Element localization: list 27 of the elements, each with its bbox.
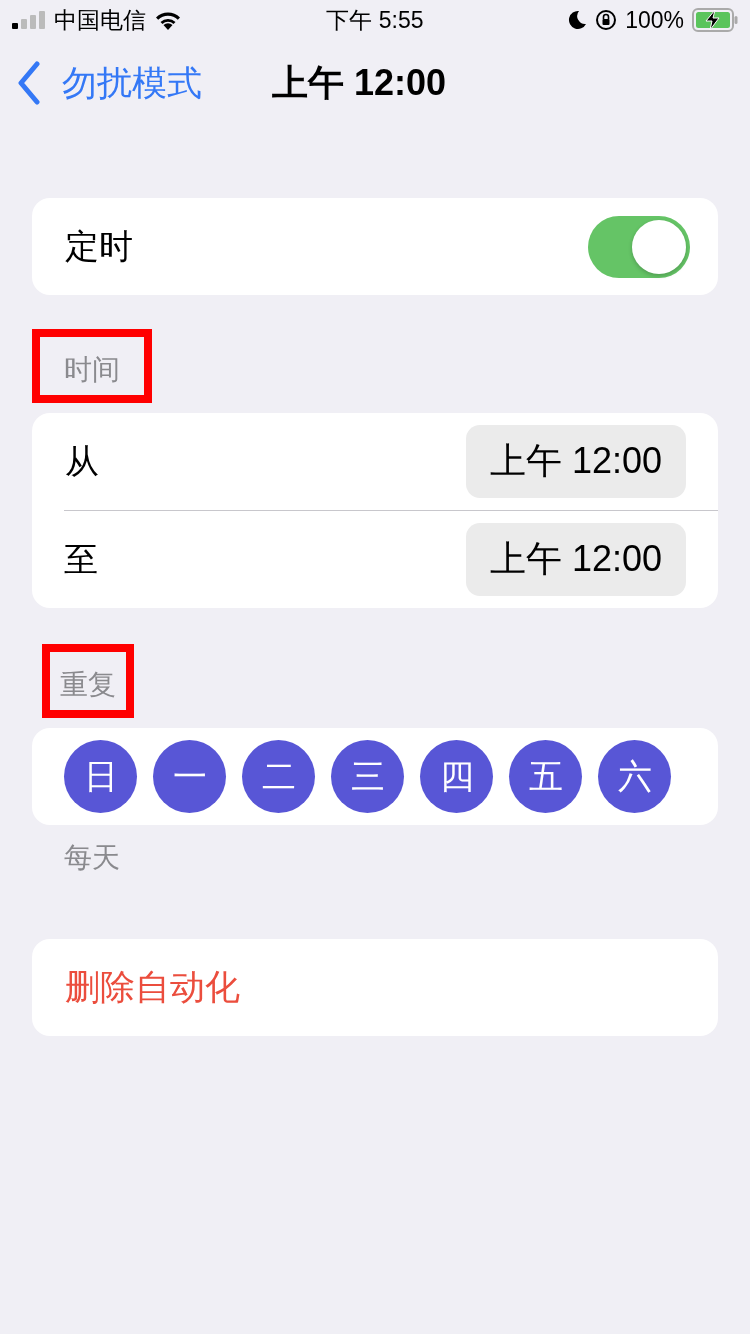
signal-icon xyxy=(12,11,46,29)
weekday-button[interactable]: 日 xyxy=(64,740,137,813)
time-picker[interactable]: 上午 12:00 xyxy=(465,425,686,498)
time-label: 从 xyxy=(65,440,99,482)
battery-icon xyxy=(692,8,738,32)
time-label: 至 xyxy=(64,538,98,580)
delete-automation-button[interactable]: 删除自动化 xyxy=(65,964,240,1011)
moon-icon xyxy=(567,10,588,30)
weekday-button[interactable]: 二 xyxy=(242,740,315,813)
back-button[interactable]: 勿扰模式 xyxy=(16,59,202,107)
section-header: 重复 xyxy=(42,644,134,718)
schedule-label: 定时 xyxy=(65,225,133,267)
section-header: 时间 xyxy=(32,329,152,403)
rotation-lock-icon xyxy=(595,9,618,31)
wifi-icon xyxy=(154,10,182,30)
battery-percent: 100% xyxy=(625,6,684,34)
weekday-button[interactable]: 三 xyxy=(331,740,404,813)
carrier-name: 中国电信 xyxy=(54,5,146,35)
chevron-left-icon xyxy=(16,61,42,105)
weekday-button[interactable]: 六 xyxy=(598,740,671,813)
weekday-button[interactable]: 四 xyxy=(420,740,493,813)
repeat-summary: 每天 xyxy=(64,841,121,875)
time-picker[interactable]: 上午 12:00 xyxy=(465,523,686,596)
weekday-button[interactable]: 一 xyxy=(153,740,226,813)
page-title: 上午 12:00 xyxy=(272,60,447,105)
weekday-button[interactable]: 五 xyxy=(509,740,582,813)
status-time: 下午 5:55 xyxy=(326,5,424,35)
